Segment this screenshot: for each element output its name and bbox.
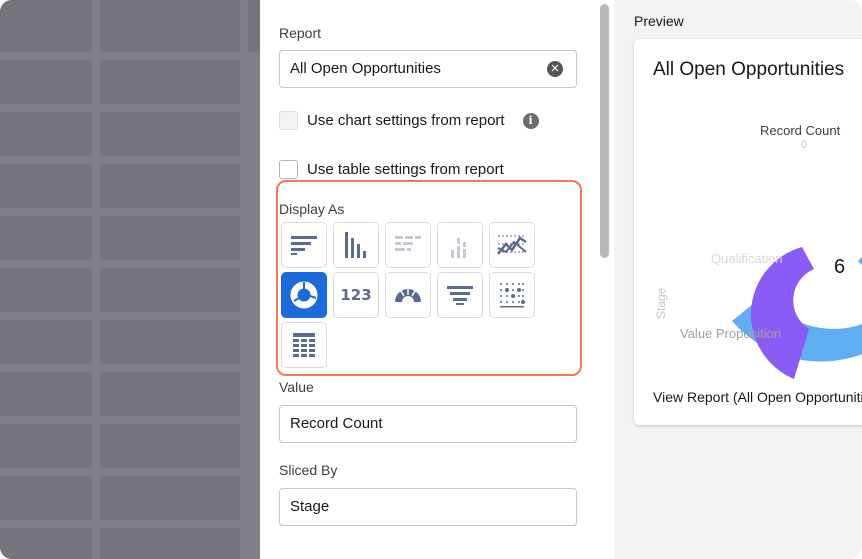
panel-scrollbar[interactable]	[600, 4, 609, 258]
view-report-link[interactable]: View Report (All Open Opportunities)	[653, 389, 862, 405]
use-chart-settings-option[interactable]: Use chart settings from report i	[279, 111, 539, 130]
value-select-value: Record Count	[290, 415, 383, 432]
report-value: All Open Opportunities	[290, 60, 441, 77]
donut-slice-blue-edge	[858, 257, 862, 265]
use-table-settings-option[interactable]: Use table settings from report	[279, 160, 504, 179]
axis-zero-label: 0	[801, 139, 807, 151]
value-select[interactable]: Record Count	[279, 405, 577, 443]
clear-icon[interactable]: ✕	[547, 61, 563, 77]
use-chart-settings-label: Use chart settings from report	[307, 112, 505, 129]
stage-axis-label: Stage	[654, 287, 668, 319]
report-lookup-field[interactable]: All Open Opportunities ✕	[279, 50, 577, 88]
dimmed-dashboard-backdrop	[0, 0, 260, 559]
slice-label-qualification: Qualification	[711, 251, 783, 266]
sliced-by-select[interactable]: Stage	[279, 488, 577, 526]
value-label: Value	[279, 379, 314, 395]
app-frame: Report All Open Opportunities ✕ Use char…	[0, 0, 862, 559]
use-table-settings-checkbox[interactable]	[279, 160, 298, 179]
use-chart-settings-checkbox[interactable]	[279, 111, 298, 130]
measure-label: Record Count	[760, 123, 841, 138]
sliced-by-label: Sliced By	[279, 462, 338, 478]
preview-card: All Open Opportunities Record Count 0 St…	[634, 39, 862, 425]
info-icon[interactable]: i	[522, 112, 539, 129]
display-as-highlight-outline	[276, 180, 582, 376]
sliced-by-select-value: Stage	[290, 498, 330, 515]
preview-card-title: All Open Opportunities	[653, 59, 845, 80]
donut-center-value: 6	[834, 256, 845, 278]
use-table-settings-label: Use table settings from report	[307, 161, 504, 178]
donut-chart-preview: Record Count 0 Stage Qualification Value…	[654, 123, 862, 379]
slice-label-value-proposition: Value Proposition	[680, 326, 781, 341]
next-field-label-cutoff: ▬▬▬ ▬▬▬	[279, 548, 367, 556]
preview-heading: Preview	[634, 13, 684, 29]
report-label: Report	[279, 25, 322, 41]
